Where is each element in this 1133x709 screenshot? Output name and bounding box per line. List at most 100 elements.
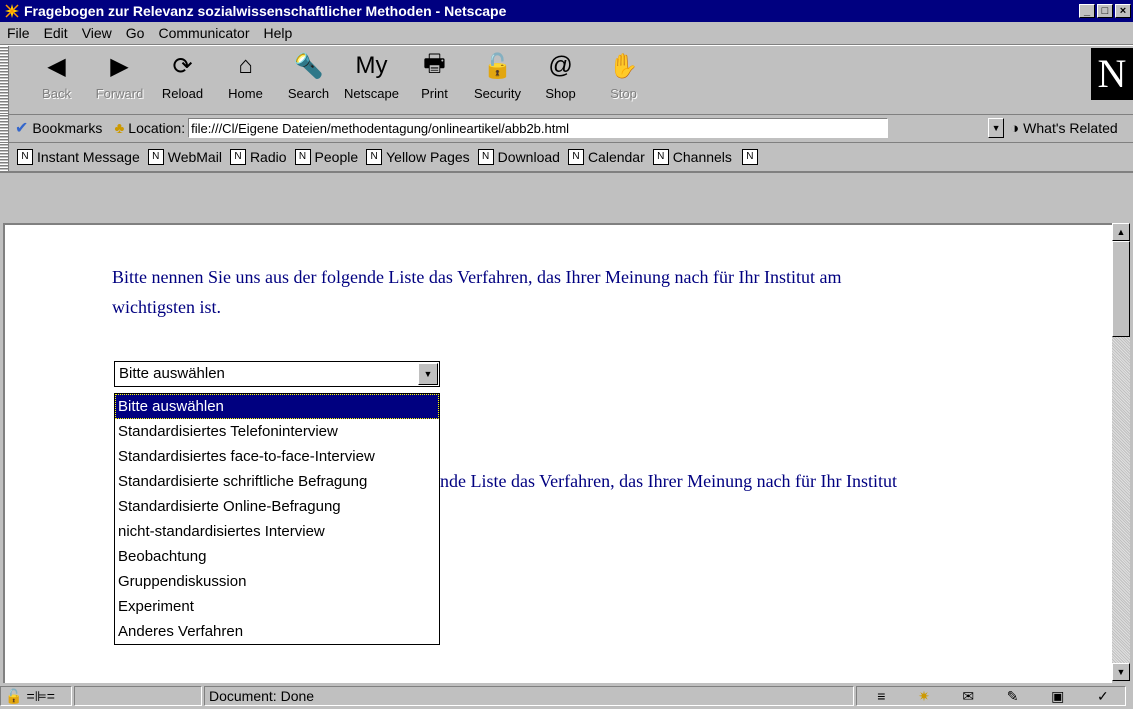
personal-item-label: Instant Message bbox=[37, 149, 140, 165]
menu-view[interactable]: View bbox=[75, 25, 119, 41]
personal-item-webmail[interactable]: N WebMail bbox=[147, 149, 222, 165]
location-toolbar-grip[interactable] bbox=[0, 114, 9, 142]
question-2-text: nde Liste das Verfahren, das Ihrer Meinu… bbox=[440, 466, 897, 496]
method-option[interactable]: Standardisierte schriftliche Befragung bbox=[115, 469, 439, 494]
personal-item-download[interactable]: N Download bbox=[477, 149, 560, 165]
forward-button[interactable]: ▶ Forward bbox=[88, 46, 151, 114]
security-label: Security bbox=[474, 86, 521, 101]
title-bar[interactable]: Fragebogen zur Relevanz sozialwissenscha… bbox=[0, 0, 1133, 22]
home-icon: ⌂ bbox=[238, 52, 253, 79]
connection-icon: =⊫= bbox=[26, 687, 55, 704]
print-icon: 🖶 bbox=[423, 49, 446, 77]
bookmarks-label: Bookmarks bbox=[32, 120, 103, 136]
chevron-down-icon[interactable]: ▼ bbox=[418, 363, 438, 385]
toolbar-grip[interactable] bbox=[0, 46, 9, 114]
personal-item-instant-message[interactable]: N Instant Message bbox=[17, 149, 140, 165]
composer-icon[interactable]: ✎ bbox=[1007, 688, 1019, 705]
reload-label: Reload bbox=[161, 86, 204, 101]
vertical-scrollbar[interactable]: ▲ ▼ bbox=[1112, 223, 1130, 681]
personal-item-label: Calendar bbox=[587, 149, 645, 165]
navigator-icon[interactable]: ≡ bbox=[877, 688, 885, 704]
reload-button[interactable]: ⟳ Reload bbox=[151, 46, 214, 114]
bookmark-page-icon[interactable]: N bbox=[741, 149, 758, 165]
question-1-line-1: Bitte nennen Sie uns aus der folgende Li… bbox=[112, 267, 842, 287]
url-input[interactable]: file:///Cl/Eigene Dateien/methodentagung… bbox=[188, 118, 889, 138]
scroll-thumb[interactable] bbox=[1112, 241, 1130, 337]
stop-icon: ✋ bbox=[608, 52, 639, 80]
bookmark-page-icon: N bbox=[366, 149, 383, 165]
forward-icon: ▶ bbox=[110, 52, 129, 80]
scroll-down-button[interactable]: ▼ bbox=[1112, 663, 1130, 681]
personal-item-calendar[interactable]: N Calendar bbox=[567, 149, 645, 165]
menu-go[interactable]: Go bbox=[119, 25, 152, 41]
netscape-button[interactable]: My Netscape bbox=[340, 46, 403, 114]
back-button[interactable]: ◀ Back bbox=[25, 46, 88, 114]
method-select[interactable]: Bitte auswählen ▼ bbox=[114, 361, 440, 387]
bookmark-page-icon: N bbox=[229, 149, 246, 165]
shop-button[interactable]: @ Shop bbox=[529, 46, 592, 114]
menu-help[interactable]: Help bbox=[257, 25, 300, 41]
question-1-text: Bitte nennen Sie uns aus der folgende Li… bbox=[112, 262, 841, 322]
location-toolbar: ✔ Bookmarks ♣ Location: file:///Cl/Eigen… bbox=[0, 114, 1133, 143]
search-button[interactable]: 🔦 Search bbox=[277, 46, 340, 114]
lock-icon: 🔓 bbox=[5, 687, 23, 704]
personal-item-people[interactable]: N People bbox=[294, 149, 359, 165]
method-option[interactable]: Gruppendiskussion bbox=[115, 569, 439, 594]
stop-label: Stop bbox=[610, 86, 637, 101]
shop-label: Shop bbox=[545, 86, 576, 101]
calendar-icon[interactable]: ▣ bbox=[1051, 688, 1064, 705]
whats-related-button[interactable]: ◑ What's Related bbox=[1010, 120, 1118, 137]
search-icon: 🔦 bbox=[293, 52, 324, 80]
method-option[interactable]: Standardisiertes Telefoninterview bbox=[115, 419, 439, 444]
shop-icon: @ bbox=[548, 52, 573, 79]
personal-item-label: People bbox=[314, 149, 359, 165]
pen-icon[interactable]: ✓ bbox=[1097, 688, 1109, 705]
security-status-icons[interactable]: 🔓 =⊫= bbox=[0, 686, 72, 706]
bookmarks-button[interactable]: ✔ Bookmarks bbox=[15, 118, 102, 138]
scroll-up-button[interactable]: ▲ bbox=[1112, 223, 1130, 241]
navigation-toolbar: ◀ Back ▶ Forward ⟳ Reload ⌂ Home 🔦 Search My Netsca… bbox=[0, 45, 1133, 115]
url-dropdown-button[interactable]: ▼ bbox=[988, 118, 1005, 138]
method-select-value: Bitte auswählen bbox=[119, 365, 225, 382]
mail-icon[interactable]: ✉ bbox=[962, 688, 974, 705]
menu-bar: File Edit View Go Communicator Help bbox=[0, 22, 1133, 45]
question-2-line-1: nde Liste das Verfahren, das Ihrer Meinu… bbox=[440, 471, 898, 491]
whats-related-icon: ◑ bbox=[1010, 119, 1020, 137]
bookmark-page-icon: N bbox=[294, 149, 311, 165]
maximize-button[interactable]: □ bbox=[1097, 4, 1113, 18]
method-option[interactable]: Bitte auswählen bbox=[115, 394, 439, 419]
personal-item-label: Download bbox=[497, 149, 560, 165]
personal-toolbar-grip[interactable] bbox=[0, 143, 9, 171]
print-button[interactable]: 🖶 Print bbox=[403, 46, 466, 114]
method-option[interactable]: Anderes Verfahren bbox=[115, 619, 439, 644]
method-option[interactable]: nicht-standardisiertes Interview bbox=[115, 519, 439, 544]
menu-edit[interactable]: Edit bbox=[37, 25, 75, 41]
bookmark-page-icon: N bbox=[567, 149, 584, 165]
method-option[interactable]: Beobachtung bbox=[115, 544, 439, 569]
status-text: Document: Done bbox=[204, 686, 854, 706]
method-option[interactable]: Standardisierte Online-Befragung bbox=[115, 494, 439, 519]
menu-communicator[interactable]: Communicator bbox=[151, 25, 256, 41]
search-label: Search bbox=[287, 86, 330, 101]
netscape-star-icon[interactable]: ✷ bbox=[918, 688, 930, 705]
security-icon: 🔓 bbox=[482, 52, 513, 80]
close-button[interactable]: × bbox=[1115, 4, 1131, 18]
netscape-logo[interactable]: N bbox=[1091, 48, 1133, 100]
location-label-group: ♣ Location: bbox=[108, 120, 185, 137]
back-icon: ◀ bbox=[47, 52, 66, 80]
method-option[interactable]: Experiment bbox=[115, 594, 439, 619]
menu-file[interactable]: File bbox=[0, 25, 37, 41]
personal-item-yellow-pages[interactable]: N Yellow Pages bbox=[366, 149, 470, 165]
security-button[interactable]: 🔓 Security bbox=[466, 46, 529, 114]
personal-item-radio[interactable]: N Radio bbox=[229, 149, 287, 165]
minimize-button[interactable]: _ bbox=[1079, 4, 1095, 18]
personal-item-label: Channels bbox=[672, 149, 732, 165]
personal-item-channels[interactable]: N Channels bbox=[652, 149, 732, 165]
home-button[interactable]: ⌂ Home bbox=[214, 46, 277, 114]
channels-icon: N bbox=[652, 149, 669, 165]
location-icon[interactable]: ♣ bbox=[114, 120, 124, 137]
method-option[interactable]: Standardisiertes face-to-face-Interview bbox=[115, 444, 439, 469]
component-bar: ≡ ✷ ✉ ✎ ▣ ✓ bbox=[856, 686, 1126, 706]
stop-button[interactable]: ✋ Stop bbox=[592, 46, 655, 114]
reload-icon: ⟳ bbox=[172, 52, 193, 80]
